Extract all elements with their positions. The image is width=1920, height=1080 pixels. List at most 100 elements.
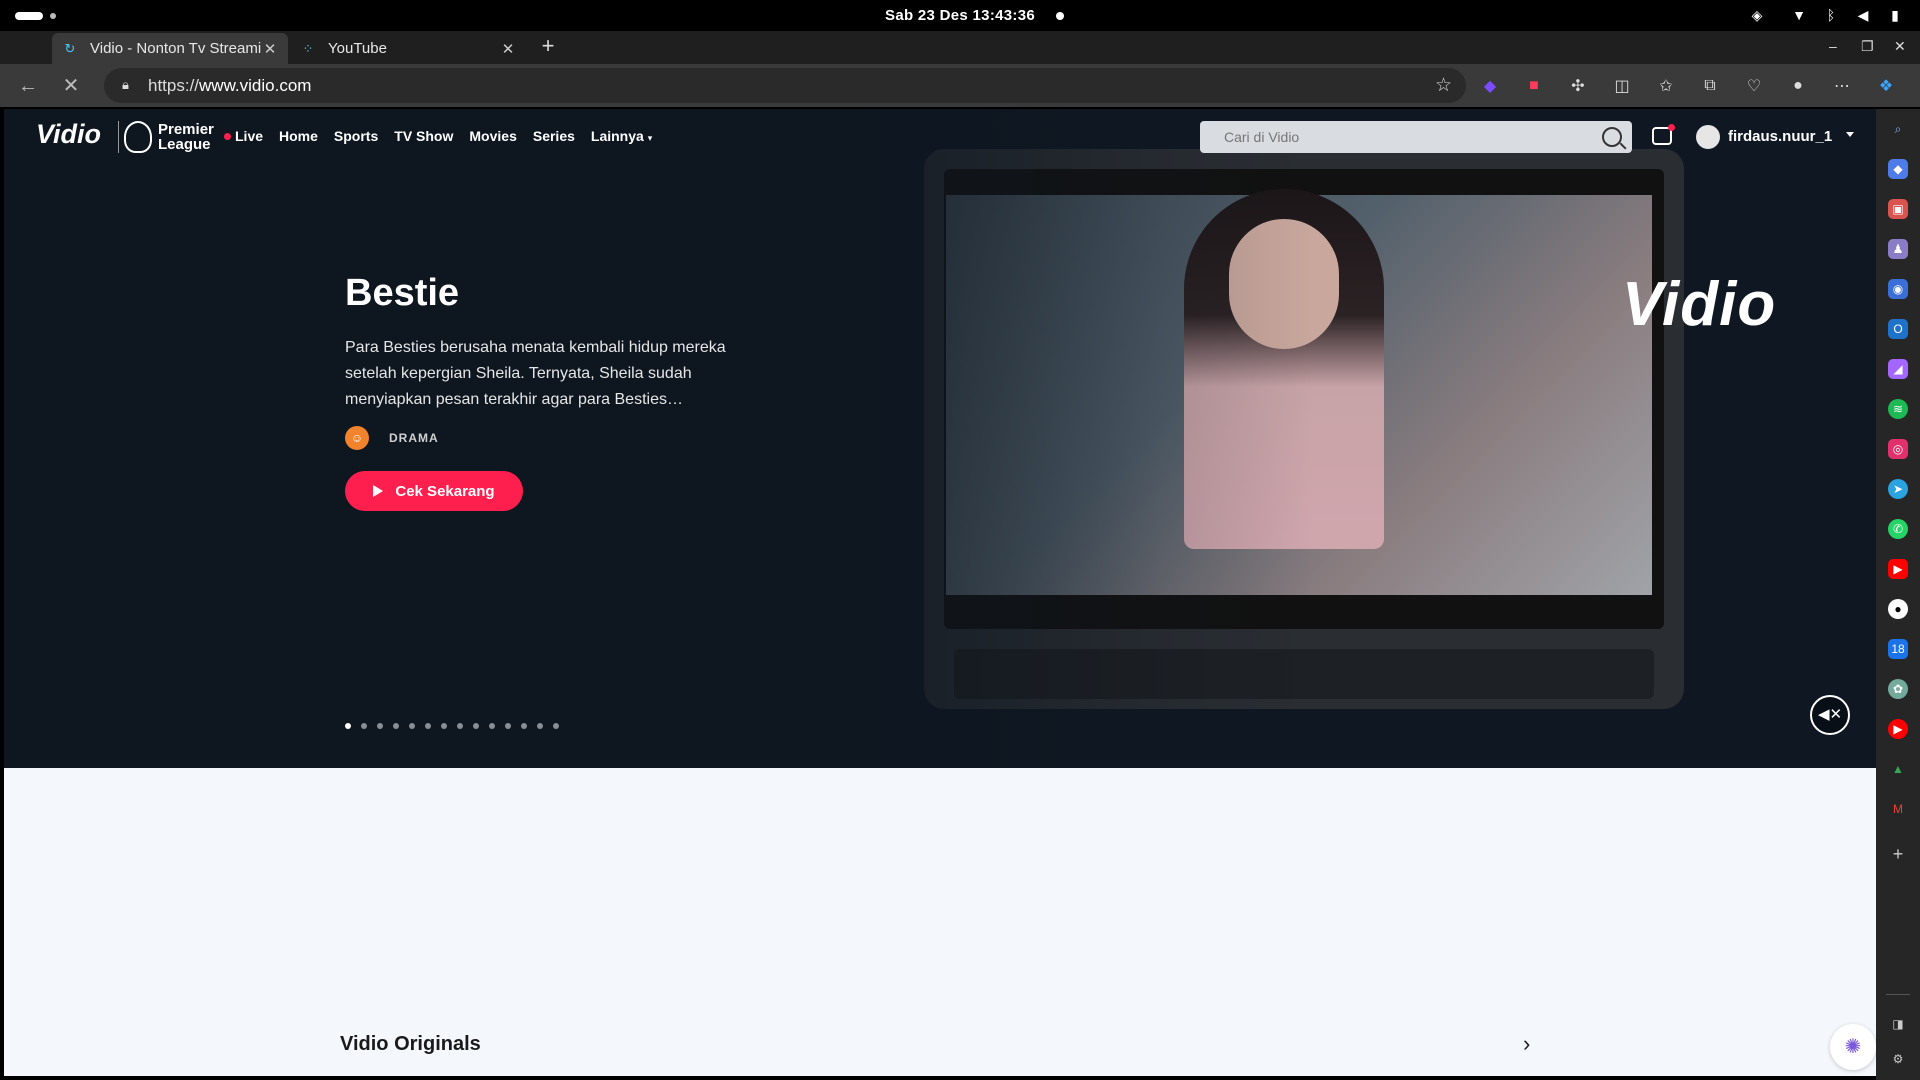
- sidebar-divider: [1886, 994, 1910, 995]
- split-screen-icon[interactable]: ◫: [1610, 74, 1634, 98]
- puzzle-icon[interactable]: ✣: [1566, 74, 1590, 98]
- brain-assistant-icon[interactable]: ✺: [1830, 1024, 1876, 1070]
- restore-button[interactable]: ❐: [1861, 38, 1874, 55]
- notification-badge: [1668, 124, 1675, 131]
- github-icon[interactable]: ●: [1888, 599, 1908, 619]
- telegram-icon[interactable]: ➤: [1888, 479, 1908, 499]
- close-window-button[interactable]: ✕: [1894, 38, 1906, 55]
- add-icon[interactable]: +: [1888, 844, 1908, 864]
- drop-icon[interactable]: ◢: [1888, 359, 1908, 379]
- chevron-right-icon[interactable]: ›: [1523, 1031, 1530, 1057]
- minimize-button[interactable]: –: [1829, 38, 1837, 54]
- watch-now-button[interactable]: Cek Sekarang: [345, 471, 523, 511]
- os-top-bar: Sab 23 Des 13:43:36 ◈ ▼ ᛒ ◀ ▮: [0, 0, 1920, 31]
- search-input[interactable]: [1200, 121, 1590, 153]
- carousel-dot[interactable]: [361, 723, 367, 729]
- carousel-dot[interactable]: [457, 723, 463, 729]
- lock-icon[interactable]: 🔒︎: [122, 77, 136, 93]
- favorite-star-icon[interactable]: ☆: [1435, 74, 1452, 97]
- tab-vidio[interactable]: ↻ Vidio - Nonton Tv Streami ✕: [52, 33, 288, 64]
- more-icon[interactable]: ⋯: [1830, 74, 1854, 98]
- mute-button[interactable]: ◀✕: [1810, 695, 1850, 735]
- google-drive-icon[interactable]: ▲: [1888, 759, 1908, 779]
- carousel-dot[interactable]: [377, 723, 383, 729]
- health-icon[interactable]: ♡: [1742, 74, 1766, 98]
- genre-label: DRAMA: [389, 431, 439, 445]
- vidio-logo[interactable]: Vidio: [36, 119, 101, 150]
- toolbox-icon[interactable]: ▣: [1888, 199, 1908, 219]
- search-icon[interactable]: [1602, 127, 1622, 147]
- loading-icon: ⁘: [302, 40, 314, 56]
- nav-sports[interactable]: Sports: [334, 128, 378, 144]
- address-bar: ← ✕ 🔒︎ https://www.vidio.com ☆ ◆ ■ ✣ ◫ ✩…: [0, 64, 1920, 107]
- calendar-icon[interactable]: 18: [1888, 639, 1908, 659]
- nav-series[interactable]: Series: [533, 128, 575, 144]
- tab-title: Vidio - Nonton Tv Streami: [90, 40, 262, 57]
- carousel-dot[interactable]: [393, 723, 399, 729]
- close-icon[interactable]: ✕: [262, 40, 278, 58]
- whatsapp-icon[interactable]: ✆: [1888, 519, 1908, 539]
- premier-league-logo[interactable]: Premier League: [124, 121, 214, 153]
- search-box: [1200, 121, 1632, 153]
- logo-divider: [118, 121, 119, 153]
- carousel-dot[interactable]: [489, 723, 495, 729]
- people-icon[interactable]: ♟: [1888, 239, 1908, 259]
- carousel-dot[interactable]: [505, 723, 511, 729]
- collections-icon[interactable]: ⧉: [1698, 74, 1722, 98]
- copilot-icon[interactable]: ❖: [1874, 74, 1898, 98]
- carousel-dot[interactable]: [409, 723, 415, 729]
- chevron-down-icon[interactable]: [1846, 132, 1854, 137]
- carousel-dot[interactable]: [537, 723, 543, 729]
- nav-more[interactable]: Lainnya ▾: [591, 128, 652, 144]
- wifi-icon[interactable]: ▼: [1790, 6, 1808, 24]
- red-ext-icon[interactable]: ■: [1522, 74, 1546, 98]
- loading-icon: ↻: [64, 40, 76, 56]
- settings-icon[interactable]: ⚙: [1888, 1049, 1908, 1069]
- search-icon[interactable]: ⌕: [1888, 119, 1908, 139]
- instagram-icon[interactable]: ◎: [1888, 439, 1908, 459]
- sidebar-toggle-icon[interactable]: ◨: [1888, 1014, 1908, 1034]
- hero-gradient: [4, 109, 1876, 768]
- favorites-icon[interactable]: ✩: [1654, 74, 1678, 98]
- hero-description: Para Besties berusaha menata kembali hid…: [345, 339, 726, 408]
- extension-toolbar: ◆ ■ ✣ ◫ ✩ ⧉ ♡ ● ⋯ ❖: [1478, 74, 1898, 98]
- os-clock[interactable]: Sab 23 Des 13:43:36: [0, 7, 1920, 24]
- spotify-icon[interactable]: ≋: [1888, 399, 1908, 419]
- volume-icon[interactable]: ◀: [1854, 6, 1872, 24]
- carousel-dots: [345, 723, 559, 729]
- tag-icon[interactable]: ◆: [1888, 159, 1908, 179]
- gmail-icon[interactable]: M: [1888, 799, 1908, 819]
- tab-youtube[interactable]: ⁘ YouTube ✕: [290, 33, 526, 64]
- purple-ext-icon[interactable]: ◆: [1478, 74, 1502, 98]
- play-icon: [373, 485, 384, 497]
- profile-icon[interactable]: ●: [1786, 74, 1810, 98]
- url-text[interactable]: https://www.vidio.com: [148, 76, 311, 96]
- username[interactable]: firdaus.nuur_1: [1728, 128, 1832, 145]
- shield-icon[interactable]: ◈: [1748, 6, 1766, 24]
- nav-live[interactable]: Live: [224, 128, 263, 144]
- recording-indicator: [1056, 12, 1064, 20]
- carousel-dot[interactable]: [425, 723, 431, 729]
- carousel-dot[interactable]: [441, 723, 447, 729]
- carousel-dot[interactable]: [553, 723, 559, 729]
- system-tray[interactable]: ◈ ▼ ᛒ ◀ ▮: [1748, 6, 1904, 24]
- carousel-dot[interactable]: [473, 723, 479, 729]
- chatgpt-icon[interactable]: ✿: [1888, 679, 1908, 699]
- youtube-music-icon[interactable]: ▶: [1888, 719, 1908, 739]
- copilot-icon[interactable]: ◉: [1888, 279, 1908, 299]
- close-icon[interactable]: ✕: [500, 40, 516, 58]
- nav-home[interactable]: Home: [279, 128, 318, 144]
- outlook-icon[interactable]: O: [1888, 319, 1908, 339]
- url-field[interactable]: 🔒︎ https://www.vidio.com ☆: [104, 68, 1466, 103]
- battery-icon[interactable]: ▮: [1886, 6, 1904, 24]
- new-tab-button[interactable]: +: [536, 35, 560, 59]
- stop-loading-button[interactable]: ✕: [60, 75, 82, 97]
- avatar[interactable]: [1696, 125, 1720, 149]
- carousel-dot[interactable]: [521, 723, 527, 729]
- carousel-dot[interactable]: [345, 723, 351, 729]
- nav-tv-show[interactable]: TV Show: [394, 128, 453, 144]
- back-button[interactable]: ←: [17, 75, 39, 97]
- nav-movies[interactable]: Movies: [469, 128, 516, 144]
- youtube-icon[interactable]: ▶: [1888, 559, 1908, 579]
- bluetooth-icon[interactable]: ᛒ: [1822, 6, 1840, 24]
